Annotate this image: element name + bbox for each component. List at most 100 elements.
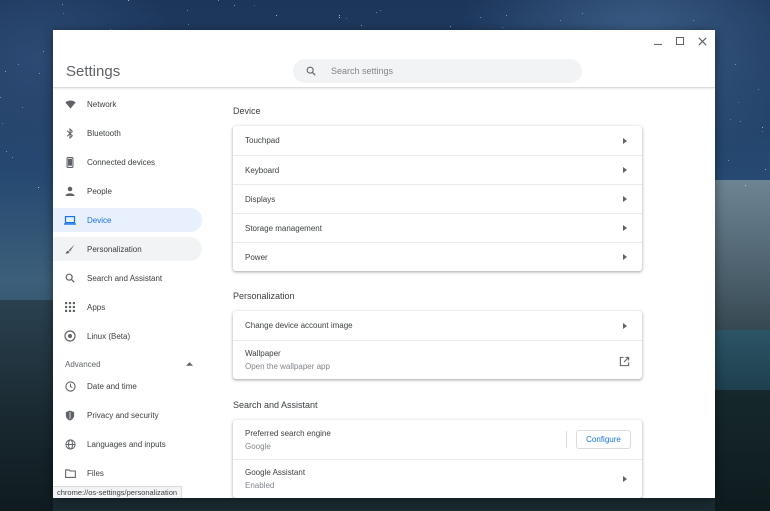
sidebar-item-label: Connected devices <box>87 157 156 167</box>
separator <box>566 431 567 448</box>
arrow-right-icon <box>623 137 627 144</box>
main-content: Device Touchpad Keyboard Displays Storag… <box>233 89 715 498</box>
status-url: chrome://os-settings/personalization <box>53 486 183 498</box>
wallpaper-star <box>128 0 129 1</box>
sidebar-item-date-and-time[interactable]: Date and time <box>53 374 202 398</box>
wallpaper-star <box>234 5 235 6</box>
row-label: Change device account image <box>245 321 353 330</box>
search-assistant-card: Preferred search engine Google Configure… <box>233 420 642 498</box>
maximize-icon <box>676 37 684 45</box>
maximize-button[interactable] <box>671 32 689 50</box>
minimize-icon <box>654 43 662 45</box>
wallpaper-star <box>693 20 694 21</box>
sidebar-item-label: Linux (Beta) <box>87 331 131 341</box>
sidebar-item-files[interactable]: Files <box>53 461 202 485</box>
sidebar-item-privacy-and-security[interactable]: Privacy and security <box>53 403 202 427</box>
displays-row[interactable]: Displays <box>233 184 642 213</box>
wallpaper-star <box>765 169 766 170</box>
wallpaper-star <box>43 51 44 52</box>
close-button[interactable] <box>693 32 711 50</box>
preferred-search-engine-row: Preferred search engine Google Configure <box>233 420 642 459</box>
wallpaper-star <box>62 4 63 5</box>
sidebar: Network Bluetooth Connected devices Peop… <box>53 89 213 498</box>
sidebar-item-label: Network <box>87 99 117 109</box>
wallpaper-star <box>582 13 583 14</box>
sidebar-item-search-and-assistant[interactable]: Search and Assistant <box>53 266 202 290</box>
touchpad-row[interactable]: Touchpad <box>233 126 642 155</box>
sidebar-item-label: Personalization <box>87 244 142 254</box>
row-label: Google Assistant <box>245 468 306 477</box>
search-box[interactable] <box>293 59 582 83</box>
wallpaper-star <box>12 157 13 158</box>
device-section-title: Device <box>233 106 261 116</box>
wallpaper-star <box>2 123 3 124</box>
sidebar-item-apps[interactable]: Apps <box>53 295 202 319</box>
wallpaper-star <box>346 18 347 19</box>
arrow-right-icon <box>623 196 627 202</box>
row-label: Power <box>245 252 268 262</box>
change-device-account-image-row[interactable]: Change device account image <box>233 311 642 340</box>
sidebar-item-people[interactable]: People <box>53 179 202 203</box>
wallpaper-star <box>361 25 362 26</box>
sidebar-item-label: Apps <box>87 302 106 312</box>
row-label: Wallpaper <box>245 349 281 358</box>
settings-header: Settings <box>53 52 715 88</box>
wallpaper-star <box>5 71 6 72</box>
folder-icon <box>53 468 87 478</box>
wallpaper-row[interactable]: Wallpaper Open the wallpaper app <box>233 340 642 379</box>
sidebar-item-personalization[interactable]: Personalization <box>53 237 202 261</box>
wallpaper-star <box>339 15 340 16</box>
wallpaper-star <box>740 121 741 122</box>
configure-button[interactable]: Configure <box>576 430 631 449</box>
sidebar-item-device[interactable]: Device <box>53 208 202 232</box>
sidebar-item-languages-and-inputs[interactable]: Languages and inputs <box>53 432 202 456</box>
wallpaper-star <box>254 5 255 6</box>
close-icon <box>697 36 707 46</box>
search-icon <box>293 66 329 76</box>
sidebar-item-label: Device <box>87 215 112 225</box>
personalization-card: Change device account image Wallpaper Op… <box>233 311 642 379</box>
sidebar-item-linux[interactable]: Linux (Beta) <box>53 324 202 348</box>
row-label: Displays <box>245 194 276 204</box>
sidebar-item-connected-devices[interactable]: Connected devices <box>53 150 202 174</box>
wallpaper-star <box>762 127 763 128</box>
row-label: Touchpad <box>245 136 280 145</box>
wallpaper-star <box>380 10 381 11</box>
wallpaper-star <box>745 185 746 186</box>
wallpaper-star <box>63 13 64 14</box>
search-icon <box>53 273 87 283</box>
search-input[interactable] <box>331 66 571 76</box>
wallpaper-star <box>735 64 736 65</box>
wallpaper-star <box>188 24 189 25</box>
settings-window: Settings Network Bluetooth Connected d <box>53 30 715 498</box>
wallpaper-star <box>728 160 729 161</box>
person-icon <box>53 186 87 196</box>
open-in-new-icon[interactable] <box>619 354 630 372</box>
google-assistant-row[interactable]: Google Assistant Enabled <box>233 459 642 498</box>
wallpaper-star <box>38 187 39 188</box>
keyboard-row[interactable]: Keyboard <box>233 155 642 184</box>
wallpaper-star <box>480 17 481 18</box>
minimize-button[interactable] <box>649 32 667 50</box>
wallpaper-star <box>18 64 19 65</box>
wallpaper-star <box>276 15 277 16</box>
storage-management-row[interactable]: Storage management <box>233 213 642 242</box>
arrow-right-icon <box>623 167 627 173</box>
arrow-right-icon <box>623 254 627 260</box>
sidebar-item-network[interactable]: Network <box>53 92 202 116</box>
sidebar-item-bluetooth[interactable]: Bluetooth <box>53 121 202 145</box>
wallpaper-star <box>187 10 188 11</box>
wifi-icon <box>53 100 87 109</box>
power-row[interactable]: Power <box>233 242 642 271</box>
wallpaper-star <box>22 107 23 108</box>
device-card: Touchpad Keyboard Displays Storage manag… <box>233 126 642 271</box>
wallpaper-star <box>560 20 561 21</box>
wallpaper-star <box>376 12 377 13</box>
wallpaper-star <box>450 26 451 27</box>
wallpaper-star <box>506 15 507 16</box>
wallpaper-star <box>738 102 739 103</box>
advanced-toggle[interactable]: Advanced <box>65 357 193 371</box>
wallpaper-star <box>758 89 759 90</box>
linux-icon <box>53 330 87 342</box>
advanced-label: Advanced <box>65 359 101 369</box>
